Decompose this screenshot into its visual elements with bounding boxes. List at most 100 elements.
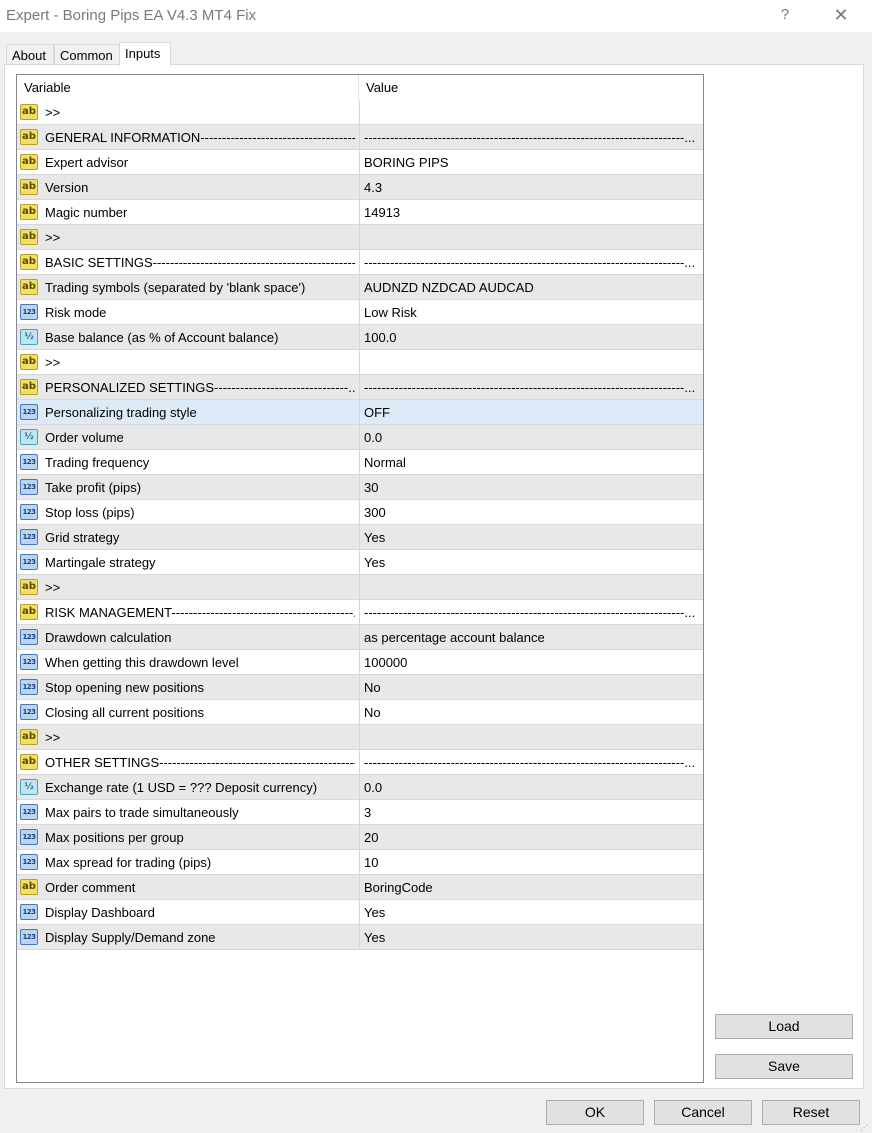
table-row[interactable]: ab Trading symbols (separated by 'blank s… — [17, 275, 703, 300]
variable-cell[interactable]: Risk mode — [45, 300, 355, 324]
table-row[interactable]: 123 Drawdown calculation as percentage acc… — [17, 625, 703, 650]
value-cell[interactable]: 0.0 — [364, 425, 700, 449]
table-row[interactable]: 123 When getting this drawdown level 10000… — [17, 650, 703, 675]
value-cell[interactable]: 100.0 — [364, 325, 700, 349]
table-row[interactable]: ½ Order volume 0.0 — [17, 425, 703, 450]
variable-cell[interactable]: Personalizing trading style — [45, 400, 355, 424]
table-row[interactable]: 123 Display Supply/Demand zone Yes — [17, 925, 703, 950]
variable-cell[interactable]: Order comment — [45, 875, 355, 899]
variable-cell[interactable]: Drawdown calculation — [45, 625, 355, 649]
table-row[interactable]: ab >> — [17, 100, 703, 125]
value-cell[interactable]: as percentage account balance — [364, 625, 700, 649]
variable-cell[interactable]: Trading frequency — [45, 450, 355, 474]
variable-cell[interactable]: Max positions per group — [45, 825, 355, 849]
value-cell[interactable]: Low Risk — [364, 300, 700, 324]
value-cell[interactable]: ----------------------------------------… — [364, 375, 700, 399]
table-row[interactable]: ab Version 4.3 — [17, 175, 703, 200]
column-header-variable[interactable]: Variable — [17, 75, 359, 100]
variable-cell[interactable]: Max spread for trading (pips) — [45, 850, 355, 874]
value-cell[interactable] — [364, 100, 700, 124]
variable-cell[interactable]: Max pairs to trade simultaneously — [45, 800, 355, 824]
table-row[interactable]: 123 Stop opening new positions No — [17, 675, 703, 700]
table-row[interactable]: ½ Exchange rate (1 USD = ??? Deposit curr… — [17, 775, 703, 800]
close-button[interactable]: ✕ — [826, 2, 856, 28]
value-cell[interactable] — [364, 350, 700, 374]
variable-cell[interactable]: Martingale strategy — [45, 550, 355, 574]
table-row[interactable]: ab GENERAL INFORMATION-------------------… — [17, 125, 703, 150]
column-header-value[interactable]: Value — [359, 75, 703, 100]
help-button[interactable]: ? — [770, 2, 800, 28]
value-cell[interactable]: 10 — [364, 850, 700, 874]
value-cell[interactable] — [364, 725, 700, 749]
table-row[interactable]: 123 Personalizing trading style OFF — [17, 400, 703, 425]
value-cell[interactable]: Normal — [364, 450, 700, 474]
value-cell[interactable]: 0.0 — [364, 775, 700, 799]
variable-cell[interactable]: OTHER SETTINGS--------------------------… — [45, 750, 355, 774]
table-row[interactable]: 123 Max spread for trading (pips) 10 — [17, 850, 703, 875]
value-cell[interactable]: BoringCode — [364, 875, 700, 899]
table-row[interactable]: ab RISK MANAGEMENT-----------------------… — [17, 600, 703, 625]
variable-cell[interactable]: Trading symbols (separated by 'blank spa… — [45, 275, 355, 299]
table-row[interactable]: ab BASIC SETTINGS------------------------… — [17, 250, 703, 275]
tab-inputs[interactable]: Inputs — [119, 42, 171, 66]
value-cell[interactable]: ----------------------------------------… — [364, 600, 700, 624]
table-row[interactable]: 123 Max pairs to trade simultaneously 3 — [17, 800, 703, 825]
value-cell[interactable]: Yes — [364, 900, 700, 924]
variable-cell[interactable]: >> — [45, 725, 355, 749]
variable-cell[interactable]: Exchange rate (1 USD = ??? Deposit curre… — [45, 775, 355, 799]
variable-cell[interactable]: GENERAL INFORMATION---------------------… — [45, 125, 355, 149]
value-cell[interactable] — [364, 575, 700, 599]
variable-cell[interactable]: Order volume — [45, 425, 355, 449]
variable-cell[interactable]: Closing all current positions — [45, 700, 355, 724]
value-cell[interactable]: 4.3 — [364, 175, 700, 199]
variable-cell[interactable]: Base balance (as % of Account balance) — [45, 325, 355, 349]
table-row[interactable]: ab Expert advisor BORING PIPS — [17, 150, 703, 175]
variable-cell[interactable]: When getting this drawdown level — [45, 650, 355, 674]
variable-cell[interactable]: RISK MANAGEMENT-------------------------… — [45, 600, 355, 624]
value-cell[interactable]: 100000 — [364, 650, 700, 674]
value-cell[interactable] — [364, 225, 700, 249]
variable-cell[interactable]: Expert advisor — [45, 150, 355, 174]
table-row[interactable]: 123 Martingale strategy Yes — [17, 550, 703, 575]
value-cell[interactable]: 300 — [364, 500, 700, 524]
table-row[interactable]: 123 Closing all current positions No — [17, 700, 703, 725]
table-row[interactable]: ab Magic number 14913 — [17, 200, 703, 225]
value-cell[interactable]: BORING PIPS — [364, 150, 700, 174]
table-row[interactable]: ½ Base balance (as % of Account balance) 1… — [17, 325, 703, 350]
table-row[interactable]: ab >> — [17, 575, 703, 600]
value-cell[interactable]: Yes — [364, 925, 700, 949]
table-row[interactable]: 123 Display Dashboard Yes — [17, 900, 703, 925]
variable-cell[interactable]: Stop loss (pips) — [45, 500, 355, 524]
value-cell[interactable]: OFF — [364, 400, 700, 424]
value-cell[interactable]: No — [364, 675, 700, 699]
variable-cell[interactable]: Stop opening new positions — [45, 675, 355, 699]
table-row[interactable]: ab >> — [17, 225, 703, 250]
variable-cell[interactable]: Display Dashboard — [45, 900, 355, 924]
value-cell[interactable]: No — [364, 700, 700, 724]
value-cell[interactable]: Yes — [364, 525, 700, 549]
resize-grip-icon[interactable]: ⋰ — [860, 1124, 870, 1132]
variable-cell[interactable]: Take profit (pips) — [45, 475, 355, 499]
ok-button[interactable]: OK — [546, 1100, 644, 1125]
variable-cell[interactable]: Grid strategy — [45, 525, 355, 549]
value-cell[interactable]: Yes — [364, 550, 700, 574]
inputs-grid[interactable]: Variable Value ab >> ab GENERAL INFORMATION… — [16, 74, 704, 1083]
variable-cell[interactable]: >> — [45, 350, 355, 374]
variable-cell[interactable]: >> — [45, 100, 355, 124]
value-cell[interactable]: ----------------------------------------… — [364, 750, 700, 774]
table-row[interactable]: 123 Take profit (pips) 30 — [17, 475, 703, 500]
variable-cell[interactable]: Magic number — [45, 200, 355, 224]
table-row[interactable]: ab Order comment BoringCode — [17, 875, 703, 900]
variable-cell[interactable]: >> — [45, 575, 355, 599]
value-cell[interactable]: 3 — [364, 800, 700, 824]
table-row[interactable]: ab >> — [17, 350, 703, 375]
variable-cell[interactable]: Version — [45, 175, 355, 199]
variable-cell[interactable]: PERSONALIZED SETTINGS-------------------… — [45, 375, 355, 399]
tab-common[interactable]: Common — [54, 44, 120, 65]
reset-button[interactable]: Reset — [762, 1100, 860, 1125]
value-cell[interactable]: 14913 — [364, 200, 700, 224]
variable-cell[interactable]: >> — [45, 225, 355, 249]
table-row[interactable]: ab PERSONALIZED SETTINGS-----------------… — [17, 375, 703, 400]
table-row[interactable]: 123 Max positions per group 20 — [17, 825, 703, 850]
table-row[interactable]: 123 Trading frequency Normal — [17, 450, 703, 475]
